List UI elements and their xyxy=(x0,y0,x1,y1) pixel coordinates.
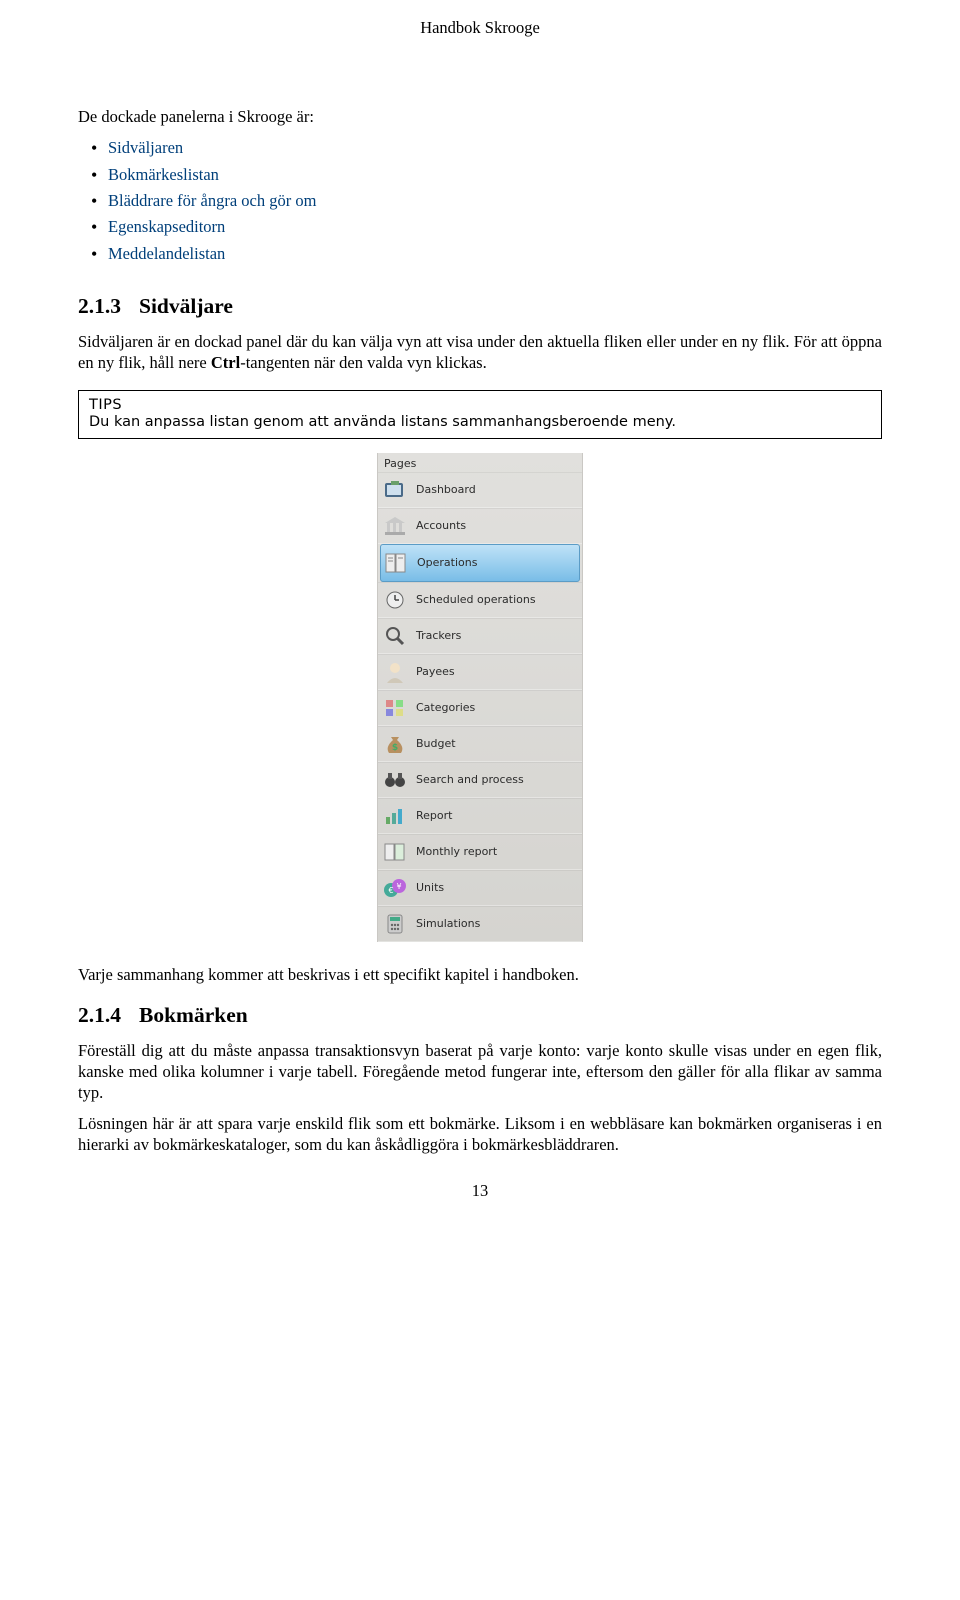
section-214-num: 2.1.4 xyxy=(78,1003,121,1027)
pages-label-trackers: Trackers xyxy=(416,629,461,642)
svg-text:$: $ xyxy=(392,743,398,753)
calendar-report-icon xyxy=(382,839,408,865)
pages-label-units: Units xyxy=(416,881,444,894)
panel-link-bladdrare[interactable]: Bläddrare för ångra och gör om xyxy=(108,191,316,210)
pages-item-payees: Payees xyxy=(378,654,582,690)
section-213-text-b: -tangenten när den valda vyn klickas. xyxy=(240,353,487,372)
pages-label-budget: Budget xyxy=(416,737,456,750)
pages-label-accounts: Accounts xyxy=(416,519,466,532)
pages-label-search: Search and process xyxy=(416,773,524,786)
pages-label-operations: Operations xyxy=(417,556,477,569)
panel-link-egenskapseditorn[interactable]: Egenskapseditorn xyxy=(108,217,225,236)
after-screenshot-text: Varje sammanhang kommer att beskrivas i … xyxy=(78,964,882,985)
ctrl-key: Ctrl xyxy=(211,353,240,372)
binoculars-icon xyxy=(382,767,408,793)
pages-item-units: €¥ Units xyxy=(378,870,582,906)
pages-header: Pages xyxy=(378,453,582,472)
chart-icon xyxy=(382,803,408,829)
pages-item-search: Search and process xyxy=(378,762,582,798)
pages-label-payees: Payees xyxy=(416,665,455,678)
page-header: Handbok Skrooge xyxy=(78,18,882,38)
magnifier-icon xyxy=(382,623,408,649)
section-213-title: Sidväljare xyxy=(139,294,233,318)
bank-icon xyxy=(382,513,408,539)
pages-panel-screenshot: Pages Dashboard Accounts Operations Sche… xyxy=(377,453,583,942)
pages-item-categories: Categories xyxy=(378,690,582,726)
pages-item-accounts: Accounts xyxy=(378,508,582,544)
section-214-para1: Föreställ dig att du måste anpassa trans… xyxy=(78,1040,882,1103)
page-number: 13 xyxy=(78,1181,882,1201)
calculator-icon xyxy=(382,911,408,937)
section-213-heading: 2.1.3 Sidväljare xyxy=(78,294,882,319)
intro-text: De dockade panelerna i Skrooge är: xyxy=(78,106,882,127)
section-214-title: Bokmärken xyxy=(139,1003,248,1027)
pages-label-categories: Categories xyxy=(416,701,475,714)
pages-label-dashboard: Dashboard xyxy=(416,483,476,496)
currency-icon: €¥ xyxy=(382,875,408,901)
pages-item-monthly: Monthly report xyxy=(378,834,582,870)
pages-item-operations: Operations xyxy=(380,544,580,582)
pages-item-budget: $ Budget xyxy=(378,726,582,762)
panel-link-meddelandelistan[interactable]: Meddelandelistan xyxy=(108,244,225,263)
categories-icon xyxy=(382,695,408,721)
pages-item-dashboard: Dashboard xyxy=(378,472,582,508)
section-213-num: 2.1.3 xyxy=(78,294,121,318)
pages-item-trackers: Trackers xyxy=(378,618,582,654)
pages-label-scheduled: Scheduled operations xyxy=(416,593,536,606)
screenshot-wrap: Pages Dashboard Accounts Operations Sche… xyxy=(78,453,882,942)
money-bag-icon: $ xyxy=(382,731,408,757)
operations-icon xyxy=(383,550,409,576)
pages-label-simulations: Simulations xyxy=(416,917,480,930)
panel-link-sidvaljaren[interactable]: Sidväljaren xyxy=(108,138,183,157)
dashboard-icon xyxy=(382,477,408,503)
section-214-para2: Lösningen här är att spara varje enskild… xyxy=(78,1113,882,1155)
pages-label-monthly: Monthly report xyxy=(416,845,497,858)
section-213-para: Sidväljaren är en dockad panel där du ka… xyxy=(78,331,882,373)
svg-text:€: € xyxy=(388,886,393,895)
pages-item-simulations: Simulations xyxy=(378,906,582,942)
pages-item-scheduled: Scheduled operations xyxy=(378,582,582,618)
tips-box: TIPS Du kan anpassa listan genom att anv… xyxy=(78,390,882,439)
clock-icon xyxy=(382,587,408,613)
tips-title: TIPS xyxy=(89,397,871,413)
svg-text:¥: ¥ xyxy=(396,882,401,891)
section-214-heading: 2.1.4 Bokmärken xyxy=(78,1003,882,1028)
panel-list: Sidväljaren Bokmärkeslistan Bläddrare fö… xyxy=(78,137,882,264)
user-icon xyxy=(382,659,408,685)
pages-label-report: Report xyxy=(416,809,452,822)
tips-body: Du kan anpassa listan genom att använda … xyxy=(89,414,871,430)
panel-link-bokmarkeslistan[interactable]: Bokmärkeslistan xyxy=(108,165,219,184)
pages-item-report: Report xyxy=(378,798,582,834)
